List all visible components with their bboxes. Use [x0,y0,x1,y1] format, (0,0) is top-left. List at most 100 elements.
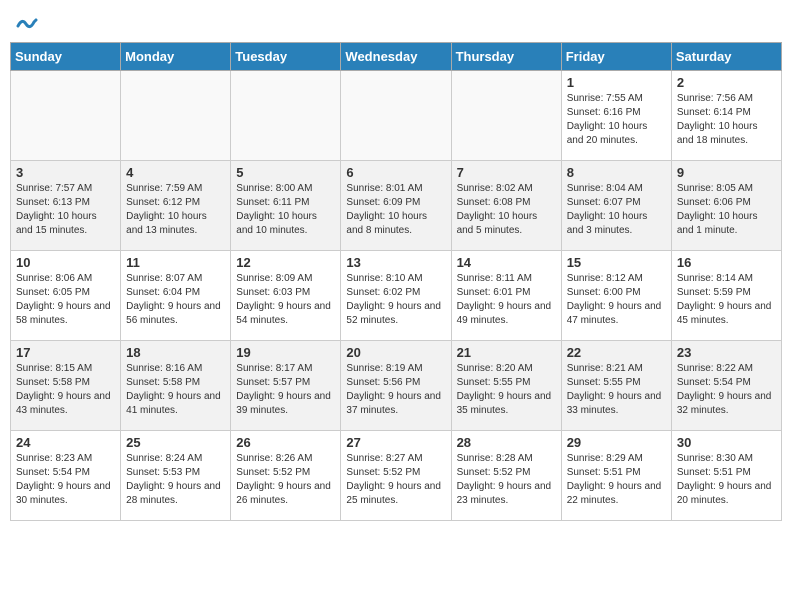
day-info: Sunrise: 7:55 AM Sunset: 6:16 PM Dayligh… [567,92,666,148]
day-info: Sunrise: 8:21 AM Sunset: 5:55 PM Dayligh… [567,362,666,418]
weekday-header-monday: Monday [121,43,231,71]
day-number: 7 [457,165,556,180]
day-info: Sunrise: 8:30 AM Sunset: 5:51 PM Dayligh… [677,452,776,508]
calendar-week-row: 17 Sunrise: 8:15 AM Sunset: 5:58 PM Dayli… [11,341,782,431]
day-number: 18 [126,345,225,360]
calendar-day-cell: 19Sunrise: 8:17 AM Sunset: 5:57 PM Dayli… [231,341,341,431]
day-info: Sunrise: 8:12 AM Sunset: 6:00 PM Dayligh… [567,272,666,328]
day-number: 11 [126,255,225,270]
weekday-header-row: SundayMondayTuesdayWednesdayThursdayFrid… [11,43,782,71]
day-number: 16 [677,255,776,270]
day-info: Sunrise: 8:15 AM Sunset: 5:58 PM Dayligh… [16,362,115,418]
day-info: Sunrise: 8:22 AM Sunset: 5:54 PM Dayligh… [677,362,776,418]
page-header [10,10,782,36]
day-number: 20 [346,345,445,360]
calendar-day-cell: 22 Sunrise: 8:21 AM Sunset: 5:55 PM Dayli… [561,341,671,431]
day-info: Sunrise: 8:24 AM Sunset: 5:53 PM Dayligh… [126,452,225,508]
calendar-day-cell [121,71,231,161]
calendar-day-cell: 15 Sunrise: 8:12 AM Sunset: 6:00 PM Dayli… [561,251,671,341]
calendar-day-cell: 21Sunrise: 8:20 AM Sunset: 5:55 PM Dayli… [451,341,561,431]
logo-wave-icon [16,16,38,32]
day-number: 1 [567,75,666,90]
calendar-week-row: 24 Sunrise: 8:23 AM Sunset: 5:54 PM Dayli… [11,431,782,521]
day-number: 9 [677,165,776,180]
calendar-day-cell: 2Sunrise: 7:56 AM Sunset: 6:14 PM Daylig… [671,71,781,161]
day-number: 17 [16,345,115,360]
day-number: 2 [677,75,776,90]
weekday-header-friday: Friday [561,43,671,71]
calendar-day-cell [341,71,451,161]
calendar-day-cell [451,71,561,161]
calendar-day-cell [11,71,121,161]
calendar-day-cell: 23 Sunrise: 8:22 AM Sunset: 5:54 PM Dayli… [671,341,781,431]
day-number: 3 [16,165,115,180]
day-info: Sunrise: 8:00 AM Sunset: 6:11 PM Dayligh… [236,182,335,238]
day-info: Sunrise: 8:16 AM Sunset: 5:58 PM Dayligh… [126,362,225,418]
calendar-day-cell: 20 Sunrise: 8:19 AM Sunset: 5:56 PM Dayli… [341,341,451,431]
day-number: 28 [457,435,556,450]
calendar-day-cell: 4 Sunrise: 7:59 AM Sunset: 6:12 PM Daylig… [121,161,231,251]
weekday-header-saturday: Saturday [671,43,781,71]
calendar-day-cell: 26 Sunrise: 8:26 AM Sunset: 5:52 PM Dayli… [231,431,341,521]
day-number: 12 [236,255,335,270]
day-number: 22 [567,345,666,360]
day-info: Sunrise: 8:23 AM Sunset: 5:54 PM Dayligh… [16,452,115,508]
day-info: Sunrise: 8:20 AM Sunset: 5:55 PM Dayligh… [457,362,556,418]
day-number: 4 [126,165,225,180]
calendar-day-cell [231,71,341,161]
day-number: 13 [346,255,445,270]
day-number: 27 [346,435,445,450]
calendar-day-cell: 28 Sunrise: 8:28 AM Sunset: 5:52 PM Dayli… [451,431,561,521]
day-number: 24 [16,435,115,450]
day-info: Sunrise: 8:01 AM Sunset: 6:09 PM Dayligh… [346,182,445,238]
day-info: Sunrise: 8:06 AM Sunset: 6:05 PM Dayligh… [16,272,115,328]
day-info: Sunrise: 8:19 AM Sunset: 5:56 PM Dayligh… [346,362,445,418]
day-number: 30 [677,435,776,450]
weekday-header-wednesday: Wednesday [341,43,451,71]
weekday-header-thursday: Thursday [451,43,561,71]
calendar-day-cell: 27 Sunrise: 8:27 AM Sunset: 5:52 PM Dayli… [341,431,451,521]
day-info: Sunrise: 8:27 AM Sunset: 5:52 PM Dayligh… [346,452,445,508]
calendar-day-cell: 13Sunrise: 8:10 AM Sunset: 6:02 PM Dayli… [341,251,451,341]
day-info: Sunrise: 8:29 AM Sunset: 5:51 PM Dayligh… [567,452,666,508]
day-number: 19 [236,345,335,360]
calendar-day-cell: 17 Sunrise: 8:15 AM Sunset: 5:58 PM Dayli… [11,341,121,431]
calendar-day-cell: 9Sunrise: 8:05 AM Sunset: 6:06 PM Daylig… [671,161,781,251]
logo [10,10,42,36]
weekday-header-tuesday: Tuesday [231,43,341,71]
day-info: Sunrise: 8:26 AM Sunset: 5:52 PM Dayligh… [236,452,335,508]
calendar-week-row: 1 Sunrise: 7:55 AM Sunset: 6:16 PM Daylig… [11,71,782,161]
day-info: Sunrise: 7:57 AM Sunset: 6:13 PM Dayligh… [16,182,115,238]
day-number: 25 [126,435,225,450]
calendar-day-cell: 12 Sunrise: 8:09 AM Sunset: 6:03 PM Dayli… [231,251,341,341]
day-info: Sunrise: 8:11 AM Sunset: 6:01 PM Dayligh… [457,272,556,328]
calendar-day-cell: 14Sunrise: 8:11 AM Sunset: 6:01 PM Dayli… [451,251,561,341]
calendar-day-cell: 3 Sunrise: 7:57 AM Sunset: 6:13 PM Daylig… [11,161,121,251]
day-number: 10 [16,255,115,270]
calendar-week-row: 10 Sunrise: 8:06 AM Sunset: 6:05 PM Dayli… [11,251,782,341]
day-info: Sunrise: 7:59 AM Sunset: 6:12 PM Dayligh… [126,182,225,238]
calendar-day-cell: 30 Sunrise: 8:30 AM Sunset: 5:51 PM Dayli… [671,431,781,521]
calendar-day-cell: 16Sunrise: 8:14 AM Sunset: 5:59 PM Dayli… [671,251,781,341]
day-info: Sunrise: 8:28 AM Sunset: 5:52 PM Dayligh… [457,452,556,508]
day-number: 8 [567,165,666,180]
day-info: Sunrise: 8:09 AM Sunset: 6:03 PM Dayligh… [236,272,335,328]
day-number: 26 [236,435,335,450]
day-number: 6 [346,165,445,180]
day-number: 23 [677,345,776,360]
calendar-day-cell: 8Sunrise: 8:04 AM Sunset: 6:07 PM Daylig… [561,161,671,251]
calendar-day-cell: 5 Sunrise: 8:00 AM Sunset: 6:11 PM Daylig… [231,161,341,251]
day-info: Sunrise: 8:02 AM Sunset: 6:08 PM Dayligh… [457,182,556,238]
title-area [42,10,782,12]
calendar-table: SundayMondayTuesdayWednesdayThursdayFrid… [10,42,782,521]
calendar-day-cell: 29 Sunrise: 8:29 AM Sunset: 5:51 PM Dayli… [561,431,671,521]
calendar-day-cell: 11Sunrise: 8:07 AM Sunset: 6:04 PM Dayli… [121,251,231,341]
day-number: 15 [567,255,666,270]
calendar-day-cell: 24 Sunrise: 8:23 AM Sunset: 5:54 PM Dayli… [11,431,121,521]
calendar-day-cell: 6 Sunrise: 8:01 AM Sunset: 6:09 PM Daylig… [341,161,451,251]
weekday-header-sunday: Sunday [11,43,121,71]
calendar-day-cell: 7 Sunrise: 8:02 AM Sunset: 6:08 PM Daylig… [451,161,561,251]
day-number: 5 [236,165,335,180]
calendar-day-cell: 18 Sunrise: 8:16 AM Sunset: 5:58 PM Dayli… [121,341,231,431]
day-number: 29 [567,435,666,450]
